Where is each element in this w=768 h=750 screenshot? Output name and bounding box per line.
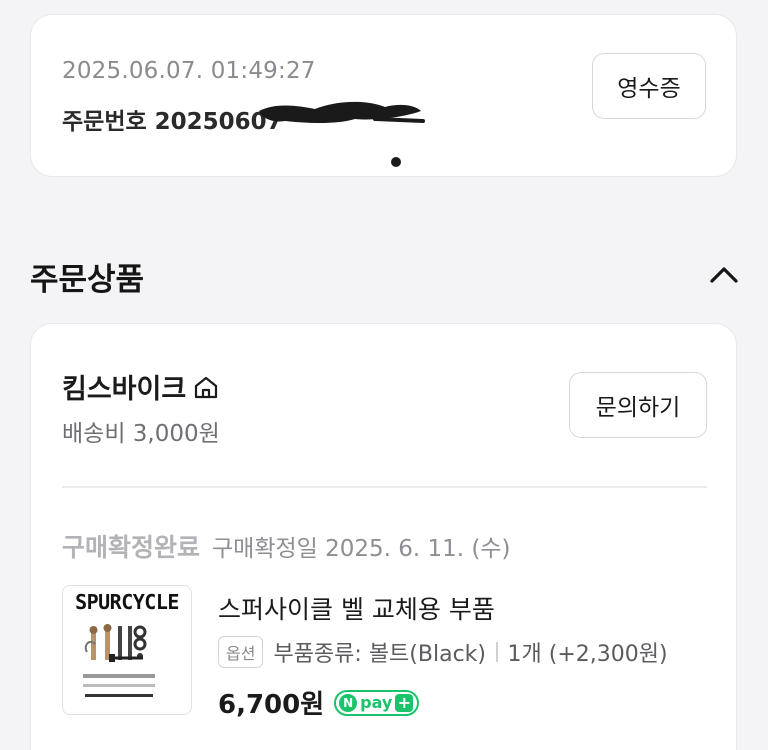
product-price: 6,700원 — [218, 690, 325, 720]
shipping-fee: 배송비 3,000원 — [62, 421, 220, 447]
npay-logo-icon: N — [339, 693, 358, 712]
order-datetime: 2025.06.07. 01:49:27 — [62, 58, 316, 84]
carousel-dot — [391, 157, 401, 167]
section-title: 주문상품 — [30, 262, 145, 298]
product-name[interactable]: 스퍼사이클 벨 교체용 부품 — [218, 590, 495, 626]
purchase-status: 구매확정완료 구매확정일 2025. 6. 11. (수) — [62, 528, 511, 564]
receipt-button[interactable]: 영수증 — [592, 53, 706, 119]
order-number: 주문번호 20250607 — [62, 102, 283, 136]
order-info-card: 2025.06.07. 01:49:27 주문번호 20250607 영수증 — [30, 14, 737, 177]
redaction-scribble — [259, 101, 425, 123]
inquiry-button[interactable]: 문의하기 — [569, 372, 707, 438]
price-row: 6,700원 N pay + — [218, 684, 420, 721]
store-name-label[interactable]: 킴스바이크 — [62, 367, 186, 406]
thumbnail-brand: SPURCYCLE — [75, 590, 179, 614]
option-badge: 옵션 — [218, 636, 264, 668]
option-text: 부품종류: 볼트(Black) — [273, 642, 486, 667]
bell-parts-image — [83, 624, 155, 697]
order-product-card: 킴스바이크 배송비 3,000원 문의하기 구매확정완료 구매확정일 2025.… — [30, 323, 737, 750]
status-label: 구매확정완료 — [62, 533, 201, 562]
option-separator — [496, 642, 498, 662]
product-thumbnail[interactable]: SPURCYCLE — [62, 585, 192, 715]
status-date: 구매확정일 2025. 6. 11. (수) — [212, 536, 511, 562]
divider — [62, 486, 707, 488]
option-quantity: 1개 (+2,300원) — [507, 642, 668, 667]
chevron-up-icon[interactable] — [708, 262, 740, 286]
order-number-label: 주문번호 — [62, 109, 147, 135]
store-name[interactable]: 킴스바이크 — [62, 367, 220, 406]
home-icon[interactable] — [192, 374, 220, 400]
npay-plus-badge: N pay + — [334, 689, 420, 716]
plus-icon: + — [395, 693, 414, 712]
product-option: 옵션 부품종류: 볼트(Black) 1개 (+2,300원) — [218, 636, 668, 668]
npay-text: pay — [360, 693, 393, 712]
